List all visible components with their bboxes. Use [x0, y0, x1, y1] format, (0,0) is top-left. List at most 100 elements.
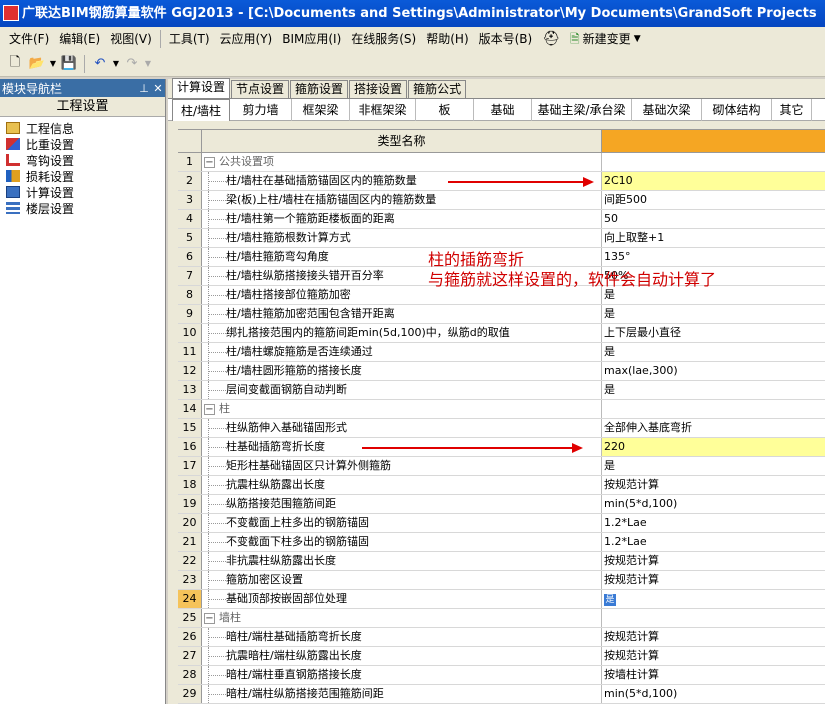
setting-value-cell[interactable]: 按规范计算: [602, 571, 825, 589]
collapse-icon[interactable]: −: [204, 156, 215, 168]
tab-masonry[interactable]: 砌体结构: [702, 98, 772, 121]
table-row[interactable]: 4 柱/墙柱第一个箍筋距楼板面的距离 50: [178, 210, 825, 229]
setting-value-cell[interactable]: 按规范计算: [602, 552, 825, 570]
table-row[interactable]: 18 抗震柱纵筋露出长度 按规范计算: [178, 476, 825, 495]
setting-name-cell: 箍筋加密区设置: [202, 571, 602, 589]
collapse-icon[interactable]: −: [204, 403, 215, 415]
table-row[interactable]: 21 不变截面下柱多出的钢筋锚固 1.2*Lae: [178, 533, 825, 552]
new-change-button[interactable]: 🗎 新建变更 ▼: [565, 28, 646, 50]
open-folder-icon[interactable]: 📂: [26, 53, 48, 75]
setting-value-cell[interactable]: 220: [602, 438, 825, 456]
setting-value-cell[interactable]: min(5*d,100): [602, 495, 825, 513]
table-row[interactable]: 12 柱/墙柱圆形箍筋的搭接长度 max(lae,300): [178, 362, 825, 381]
new-file-icon[interactable]: 🗋: [4, 53, 26, 75]
menu-tools[interactable]: 工具(T): [164, 28, 215, 50]
nav-item-calc[interactable]: 计算设置: [6, 184, 165, 200]
setting-name-cell: − 公共设置项: [202, 153, 602, 171]
menu-edit[interactable]: 编辑(E): [54, 28, 105, 50]
table-row[interactable]: 10 绑扎搭接范围内的箍筋间距min(5d,100)中，纵筋d的取值 上下层最小直径: [178, 324, 825, 343]
table-row[interactable]: 13 层间变截面钢筋自动判断 是: [178, 381, 825, 400]
save-icon[interactable]: 💾: [58, 53, 80, 75]
nav-item-loss[interactable]: 损耗设置: [6, 168, 165, 184]
undo-dropdown-icon[interactable]: ▼: [111, 53, 121, 75]
table-row[interactable]: 22 非抗震柱纵筋露出长度 按规范计算: [178, 552, 825, 571]
row-number: 17: [178, 457, 202, 475]
setting-value-cell[interactable]: 是: [602, 381, 825, 399]
collapse-icon[interactable]: −: [204, 612, 215, 624]
dropdown-arrow-icon[interactable]: ▼: [48, 53, 58, 75]
setting-value-cell[interactable]: 135°: [602, 248, 825, 266]
group-row[interactable]: 25− 墙柱: [178, 609, 825, 628]
setting-value-cell[interactable]: 是: [602, 457, 825, 475]
nav-item-weight[interactable]: 比重设置: [6, 136, 165, 152]
tab-lap-settings[interactable]: 搭接设置: [349, 80, 408, 98]
setting-value-cell[interactable]: 全部伸入基底弯折: [602, 419, 825, 437]
table-row[interactable]: 17 矩形柱基础锚固区只计算外侧箍筋 是: [178, 457, 825, 476]
redo-icon[interactable]: ↷: [121, 53, 143, 75]
table-row[interactable]: 11 柱/墙柱螺旋箍筋是否连续通过 是: [178, 343, 825, 362]
project-settings-title[interactable]: 工程设置: [0, 97, 165, 117]
tab-non-frame-beam[interactable]: 非框架梁: [350, 98, 416, 121]
setting-value-cell[interactable]: 是: [602, 305, 825, 323]
setting-value-cell[interactable]: max(lae,300): [602, 362, 825, 380]
table-row[interactable]: 3 梁(板)上柱/墙柱在插筋锚固区内的箍筋数量 间距500: [178, 191, 825, 210]
nav-item-project-info[interactable]: 工程信息: [6, 120, 165, 136]
close-icon[interactable]: ✕: [151, 82, 165, 95]
setting-value-cell[interactable]: 是: [602, 590, 825, 608]
menu-version[interactable]: 版本号(B): [474, 28, 538, 50]
setting-value-cell[interactable]: 向上取整+1: [602, 229, 825, 247]
nav-item-floor[interactable]: 楼层设置: [6, 200, 165, 216]
menu-bim[interactable]: BIM应用(I): [277, 28, 346, 50]
table-row[interactable]: 16 柱基础插筋弯折长度 220: [178, 438, 825, 457]
tab-stirrup-settings[interactable]: 箍筋设置: [290, 80, 349, 98]
menu-view[interactable]: 视图(V): [105, 28, 157, 50]
group-row[interactable]: 1− 公共设置项: [178, 153, 825, 172]
setting-value-cell[interactable]: 是: [602, 343, 825, 361]
tab-shear-wall[interactable]: 剪力墙: [230, 98, 292, 121]
setting-value-cell[interactable]: 按规范计算: [602, 647, 825, 665]
tab-foundation[interactable]: 基础: [474, 98, 532, 121]
setting-name: 绑扎搭接范围内的箍筋间距min(5d,100)中，纵筋d的取值: [226, 326, 510, 339]
tab-column[interactable]: 柱/墙柱: [172, 98, 230, 121]
menu-help[interactable]: 帮助(H): [421, 28, 473, 50]
menu-cloud[interactable]: 云应用(Y): [215, 28, 278, 50]
table-row[interactable]: 19 纵筋搭接范围箍筋间距 min(5*d,100): [178, 495, 825, 514]
setting-value-cell[interactable]: 按规范计算: [602, 628, 825, 646]
setting-value-cell[interactable]: 1.2*Lae: [602, 514, 825, 532]
table-row[interactable]: 9 柱/墙柱箍筋加密范围包含错开距离 是: [178, 305, 825, 324]
table-row[interactable]: 23 箍筋加密区设置 按规范计算: [178, 571, 825, 590]
group-row[interactable]: 14− 柱: [178, 400, 825, 419]
redo-dropdown-icon[interactable]: ▼: [143, 53, 153, 75]
tab-foundation-main-beam[interactable]: 基础主梁/承台梁: [532, 98, 632, 121]
tab-frame-beam[interactable]: 框架梁: [292, 98, 350, 121]
table-row[interactable]: 20 不变截面上柱多出的钢筋锚固 1.2*Lae: [178, 514, 825, 533]
setting-value-cell[interactable]: min(5*d,100): [602, 685, 825, 703]
pin-icon[interactable]: ⊥: [137, 82, 151, 95]
table-row[interactable]: 15 柱纵筋伸入基础锚固形式 全部伸入基底弯折: [178, 419, 825, 438]
tab-slab[interactable]: 板: [416, 98, 474, 121]
tab-calc-settings[interactable]: 计算设置: [172, 78, 231, 98]
table-row[interactable]: 27 抗震暗柱/端柱纵筋露出长度 按规范计算: [178, 647, 825, 666]
setting-value-cell[interactable]: 2C10: [602, 172, 825, 190]
setting-value-cell[interactable]: 50: [602, 210, 825, 228]
table-row[interactable]: 2 柱/墙柱在基础插筋锚固区内的箍筋数量 2C10: [178, 172, 825, 191]
undo-icon[interactable]: ↶: [89, 53, 111, 75]
setting-value-cell[interactable]: 按墙柱计算: [602, 666, 825, 684]
tree-line: [202, 267, 226, 285]
table-row[interactable]: 28 暗柱/端柱垂直钢筋搭接长度 按墙柱计算: [178, 666, 825, 685]
tab-stirrup-formula[interactable]: 箍筋公式: [408, 80, 467, 98]
setting-value-cell[interactable]: 1.2*Lae: [602, 533, 825, 551]
helmet-icon[interactable]: ⛑: [537, 28, 565, 50]
table-row[interactable]: 24 基础顶部按嵌固部位处理 是: [178, 590, 825, 609]
setting-value-cell[interactable]: 上下层最小直径: [602, 324, 825, 342]
nav-item-hook[interactable]: 弯钩设置: [6, 152, 165, 168]
table-row[interactable]: 26 暗柱/端柱基础插筋弯折长度 按规范计算: [178, 628, 825, 647]
setting-value-cell[interactable]: 按规范计算: [602, 476, 825, 494]
tab-node-settings[interactable]: 节点设置: [231, 80, 290, 98]
menu-online-service[interactable]: 在线服务(S): [346, 28, 421, 50]
tab-foundation-secondary-beam[interactable]: 基础次梁: [632, 98, 702, 121]
setting-value-cell[interactable]: 间距500: [602, 191, 825, 209]
table-row[interactable]: 29 暗柱/端柱纵筋搭接范围箍筋间距 min(5*d,100): [178, 685, 825, 704]
tab-other[interactable]: 其它: [772, 98, 812, 121]
menu-file[interactable]: 文件(F): [4, 28, 54, 50]
